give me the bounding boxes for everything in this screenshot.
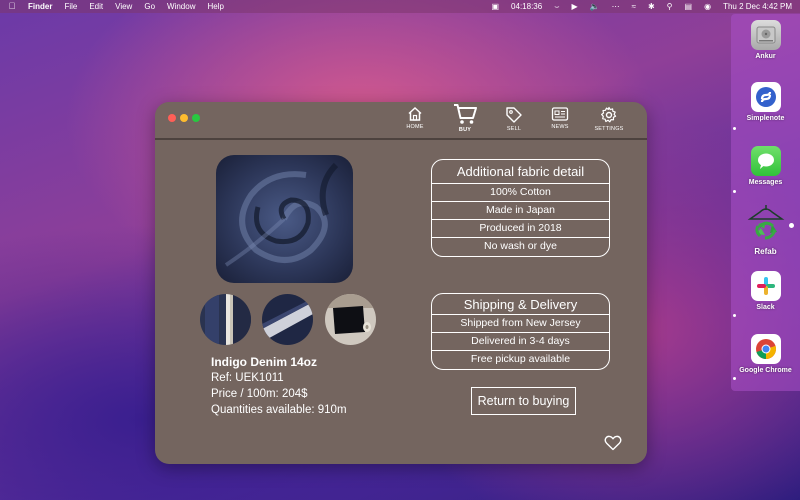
menu-view[interactable]: View: [115, 0, 132, 13]
shipping-row: Shipped from New Jersey: [432, 315, 609, 333]
return-to-buying-button[interactable]: Return to buying: [471, 387, 576, 415]
menu-app-finder[interactable]: Finder: [28, 0, 52, 13]
heart-icon[interactable]: [604, 435, 622, 456]
product-thumbnail[interactable]: [200, 294, 251, 345]
fabric-detail-row: Made in Japan: [432, 202, 609, 220]
shipping-row: Delivered in 3-4 days: [432, 333, 609, 351]
home-icon: [408, 106, 422, 121]
fabric-detail-row: No wash or dye: [484, 240, 557, 252]
nav-buy[interactable]: BUY: [443, 103, 487, 133]
menubar-clock[interactable]: Thu 2 Dec 4:42 PM: [723, 0, 792, 13]
nav-sell[interactable]: SELL: [492, 106, 536, 132]
shipping-box: Shipping & Delivery Shipped from New Jer…: [431, 293, 610, 370]
dock-item-slack[interactable]: Slack: [731, 271, 800, 311]
play-icon[interactable]: ▶: [571, 0, 577, 13]
menu-window[interactable]: Window: [167, 0, 195, 13]
menu-go[interactable]: Go: [144, 0, 155, 13]
dock-label: Refab: [754, 247, 777, 256]
product-thumbnail[interactable]: [325, 294, 376, 345]
nav-label: BUY: [458, 127, 472, 133]
running-indicator: [733, 314, 736, 317]
dock-item-messages[interactable]: Messages: [731, 146, 800, 186]
dock-item-simplenote[interactable]: Simplenote: [731, 82, 800, 122]
menu-file[interactable]: File: [64, 0, 77, 13]
menu-bar:  Finder File Edit View Go Window Help ▣…: [0, 0, 800, 13]
paperclip-icon[interactable]: ⌣: [554, 0, 559, 13]
hard-drive-icon: [750, 20, 781, 50]
recording-icon[interactable]: ▣: [491, 0, 499, 13]
product-title: Indigo Denim 14oz: [211, 355, 318, 369]
dock-label: Google Chrome: [739, 367, 792, 374]
timer-readout[interactable]: 04:18:36: [511, 0, 542, 13]
fabric-detail-row: Produced in 2018: [432, 220, 609, 238]
nav-label: NEWS: [551, 124, 569, 130]
cart-icon: [454, 104, 477, 124]
running-indicator: [733, 127, 736, 130]
fabric-details-box: Additional fabric detail 100% Cotton Mad…: [431, 159, 610, 257]
shipping-title: Shipping & Delivery: [432, 294, 609, 315]
dock-label: Slack: [756, 304, 775, 311]
product-main-image[interactable]: [216, 155, 353, 283]
title-bar: HOME BUY SELL NEWS SETTINGS: [155, 102, 647, 140]
gear-icon: [601, 106, 617, 123]
nav-news[interactable]: NEWS: [538, 106, 582, 130]
slack-icon: [750, 271, 781, 301]
running-indicator: [789, 223, 794, 228]
product-thumbnail[interactable]: [262, 294, 313, 345]
simplenote-icon: [750, 82, 781, 112]
running-indicator: [733, 377, 736, 380]
control-center-icon[interactable]: ▤: [685, 0, 693, 13]
dock-item-ankur[interactable]: Ankur: [731, 20, 800, 60]
nav-settings[interactable]: SETTINGS: [587, 106, 631, 132]
dock-label: Messages: [748, 179, 783, 186]
shipping-row: Free pickup available: [470, 353, 571, 365]
fabric-detail-row: 100% Cotton: [432, 184, 609, 202]
zoom-button[interactable]: [192, 114, 200, 122]
dock-item-refab[interactable]: Refab: [731, 202, 800, 256]
chrome-icon: [750, 334, 781, 364]
dock-label: Ankur: [755, 53, 776, 60]
menu-edit[interactable]: Edit: [89, 0, 103, 13]
minimize-button[interactable]: [180, 114, 188, 122]
bluetooth-icon[interactable]: ✱: [648, 0, 655, 13]
product-ref: Ref: UEK1011: [211, 372, 284, 384]
hidden-icon[interactable]: ⋯: [612, 0, 620, 13]
close-button[interactable]: [168, 114, 176, 122]
wifi-icon[interactable]: ≈: [632, 0, 636, 13]
apple-icon[interactable]: : [0, 0, 24, 13]
running-indicator: [733, 190, 736, 193]
nav-home[interactable]: HOME: [393, 106, 437, 130]
nav-label: SETTINGS: [594, 126, 624, 132]
dock: Ankur Simplenote Messages Refab Slack Go…: [731, 14, 800, 391]
search-icon[interactable]: ⚲: [667, 0, 673, 13]
volume-icon[interactable]: 🔈: [590, 0, 600, 13]
menu-help[interactable]: Help: [207, 0, 223, 13]
nav-label: SELL: [506, 126, 522, 132]
newspaper-icon: [551, 107, 569, 121]
product-price: Price / 100m: 204$: [211, 388, 308, 400]
messages-icon: [750, 146, 781, 176]
product-quantity: Quantities available: 910m: [211, 404, 347, 416]
fabric-details-title: Additional fabric detail: [432, 160, 609, 184]
siri-icon[interactable]: ◉: [704, 0, 711, 13]
dock-item-chrome[interactable]: Google Chrome: [731, 334, 800, 374]
nav-label: HOME: [406, 124, 424, 130]
refab-window: HOME BUY SELL NEWS SETTINGS Indigo Denim…: [155, 102, 647, 464]
tag-icon: [506, 107, 522, 123]
refab-icon: [746, 202, 786, 244]
dock-label: Simplenote: [746, 115, 785, 122]
